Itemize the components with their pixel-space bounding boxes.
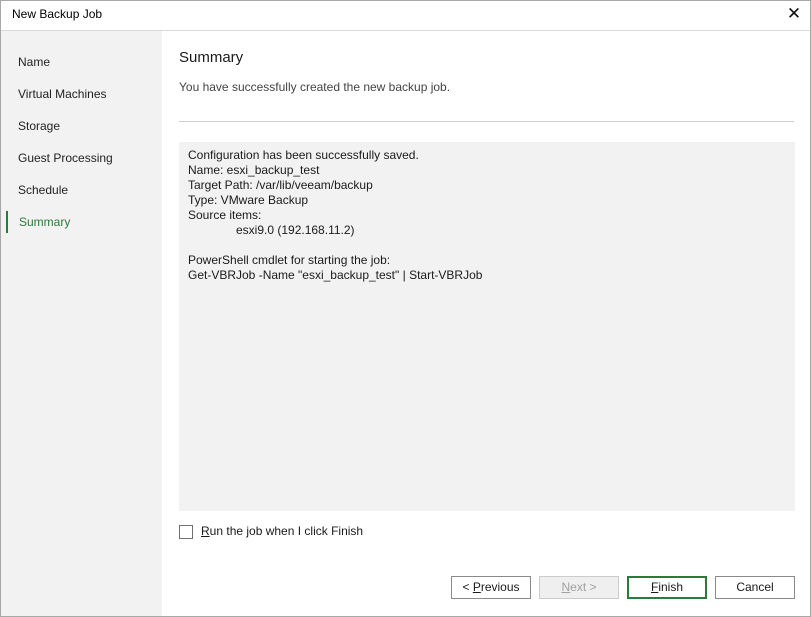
run-job-label-text: un the job when I click Finish xyxy=(209,524,364,538)
next-button[interactable]: Next > xyxy=(539,576,619,599)
summary-source-items-line: Source items: xyxy=(188,208,262,222)
wizard-content: Summary You have successfully created th… xyxy=(163,31,810,616)
run-job-checkbox-label[interactable]: Run the job when I click Finish xyxy=(201,524,363,538)
sidebar-item-summary[interactable]: Summary xyxy=(6,211,156,233)
finish-label-rest: inish xyxy=(658,580,684,594)
sidebar-item-name[interactable]: Name xyxy=(6,51,156,73)
sidebar-item-schedule[interactable]: Schedule xyxy=(6,179,156,201)
header-divider xyxy=(179,121,794,122)
page-subtitle: You have successfully created the new ba… xyxy=(179,80,451,94)
summary-powershell-command: Get-VBRJob -Name "esxi_backup_test" | St… xyxy=(188,268,483,282)
summary-type-line: Type: VMware Backup xyxy=(188,193,309,207)
sidebar-item-guest-processing[interactable]: Guest Processing xyxy=(6,147,156,169)
previous-prefix: < xyxy=(462,580,473,594)
sidebar-item-storage[interactable]: Storage xyxy=(6,115,156,137)
next-label-rest: ext > xyxy=(570,580,597,594)
summary-target-path-line: Target Path: /var/lib/veeam/backup xyxy=(188,178,373,192)
page-title: Summary xyxy=(179,49,244,66)
summary-name-line: Name: esxi_backup_test xyxy=(188,163,320,177)
summary-powershell-label: PowerShell cmdlet for starting the job: xyxy=(188,253,391,267)
summary-text-box[interactable]: Configuration has been successfully save… xyxy=(179,142,795,511)
cancel-button[interactable]: Cancel xyxy=(715,576,795,599)
wizard-steps-sidebar: Name Virtual Machines Storage Guest Proc… xyxy=(1,31,162,616)
finish-button[interactable]: Finish xyxy=(627,576,707,599)
run-job-accel-char: R xyxy=(201,524,210,538)
summary-spacer xyxy=(188,238,786,253)
previous-accel-char: P xyxy=(472,580,481,594)
previous-label-rest: revious xyxy=(480,580,520,594)
summary-source-item: esxi9.0 (192.168.11.2) xyxy=(236,223,355,237)
dialog-title: New Backup Job xyxy=(12,7,103,21)
sidebar-item-virtual-machines[interactable]: Virtual Machines xyxy=(6,83,156,105)
run-job-checkbox[interactable] xyxy=(179,525,193,539)
previous-button[interactable]: < Previous xyxy=(451,576,531,599)
close-icon[interactable]: ✕ xyxy=(786,4,802,24)
next-accel-char: N xyxy=(561,580,571,594)
new-backup-job-dialog: New Backup Job ✕ Name Virtual Machines S… xyxy=(0,0,811,617)
title-bar: New Backup Job ✕ xyxy=(1,1,810,31)
summary-saved-line: Configuration has been successfully save… xyxy=(188,148,419,162)
